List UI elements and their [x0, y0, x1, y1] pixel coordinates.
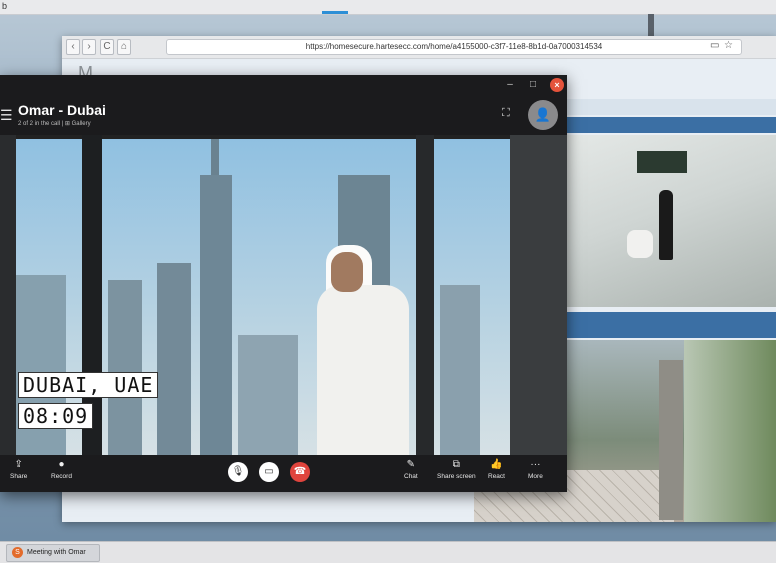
video-toggle-button[interactable]: ▭ — [259, 462, 279, 482]
chat-icon: ✎ — [406, 459, 416, 470]
minimize-button[interactable]: – — [503, 78, 517, 92]
taskbar: S Meeting with Omar — [0, 541, 776, 563]
add-participant-button[interactable]: 👤 — [528, 100, 558, 130]
video-feed: DUBAI, UAE 08:09 — [0, 135, 567, 455]
man-face — [331, 252, 363, 292]
tower-shape — [200, 175, 232, 455]
call-titlebar: – □ × — [0, 75, 567, 95]
more-icon: ··· — [530, 459, 541, 470]
home-button[interactable]: ⌂ — [117, 39, 131, 55]
share-screen-button[interactable]: ⧉ Share screen — [437, 459, 476, 480]
fit-screen-icon[interactable]: ⛶ — [502, 107, 510, 120]
thumbs-up-icon: 👍 — [490, 459, 503, 470]
share-screen-label: Share screen — [437, 473, 476, 480]
call-title: Omar - Dubai — [18, 102, 106, 118]
back-button[interactable]: ‹ — [66, 39, 80, 55]
location-caption: DUBAI, UAE — [18, 372, 159, 398]
top-strip-text: b — [2, 1, 8, 11]
door-shape — [659, 360, 683, 520]
call-controls: ⇪ Share ● Record 🎙 ▭ ☎ ✎ Chat ⧉ Share sc… — [0, 455, 567, 492]
share-label: Share — [10, 473, 28, 480]
man-in-video — [317, 285, 409, 455]
camera-feed-living-room[interactable] — [567, 135, 776, 307]
share-icon: ⇪ — [14, 459, 23, 470]
call-subtitle[interactable]: 2 of 2 in the call | ⊞ Gallery — [18, 120, 91, 127]
person-in-feed — [659, 190, 673, 260]
maximize-button[interactable]: □ — [526, 78, 540, 92]
tower-shape — [238, 335, 298, 455]
window-frame-left — [0, 135, 16, 455]
more-button[interactable]: ··· More — [528, 459, 543, 480]
tower-shape — [108, 280, 142, 455]
reader-icon[interactable]: ▭ — [710, 40, 719, 51]
chair-shape — [627, 230, 653, 258]
garden-shade — [684, 340, 776, 522]
call-window: – □ × ☰ Omar - Dubai 2 of 2 in the call … — [0, 75, 567, 492]
share-button[interactable]: ⇪ Share — [10, 459, 27, 480]
reload-button[interactable]: C — [100, 39, 114, 55]
record-label: Record — [51, 473, 72, 480]
meeting-app-icon: S — [12, 546, 23, 558]
tower-shape — [157, 263, 191, 455]
share-screen-icon: ⧉ — [452, 459, 460, 470]
window-frame-right — [510, 135, 567, 455]
tower-shape — [440, 285, 480, 455]
more-label: More — [528, 473, 543, 480]
url-bar[interactable]: https://homesecure.hartesecc.com/home/a4… — [166, 39, 742, 55]
chat-button[interactable]: ✎ Chat — [404, 459, 418, 480]
chat-label: Chat — [404, 473, 418, 480]
close-button[interactable]: × — [550, 78, 564, 92]
taskbar-item-label: Meeting with Omar — [27, 549, 86, 556]
record-button[interactable]: ● Record — [51, 459, 72, 480]
browser-toolbar: ‹ › C ⌂ https://homesecure.hartesecc.com… — [62, 36, 776, 59]
taskbar-item-meeting[interactable]: S Meeting with Omar — [6, 544, 100, 562]
menu-icon[interactable]: ☰ — [0, 107, 13, 124]
react-label: React — [488, 473, 505, 480]
hang-up-button[interactable]: ☎ — [290, 462, 310, 482]
call-header: ☰ Omar - Dubai 2 of 2 in the call | ⊞ Ga… — [0, 95, 567, 135]
record-icon: ● — [58, 459, 65, 470]
window-mullion — [416, 135, 434, 455]
forward-button[interactable]: › — [82, 39, 96, 55]
active-indicator — [322, 11, 348, 14]
top-strip: b — [0, 0, 776, 15]
react-button[interactable]: 👍 React — [488, 459, 505, 480]
bookmark-icon[interactable]: ☆ — [724, 40, 733, 51]
tv-shape — [637, 151, 687, 173]
microphone-button[interactable]: 🎙 — [228, 462, 248, 482]
time-caption: 08:09 — [18, 403, 94, 429]
